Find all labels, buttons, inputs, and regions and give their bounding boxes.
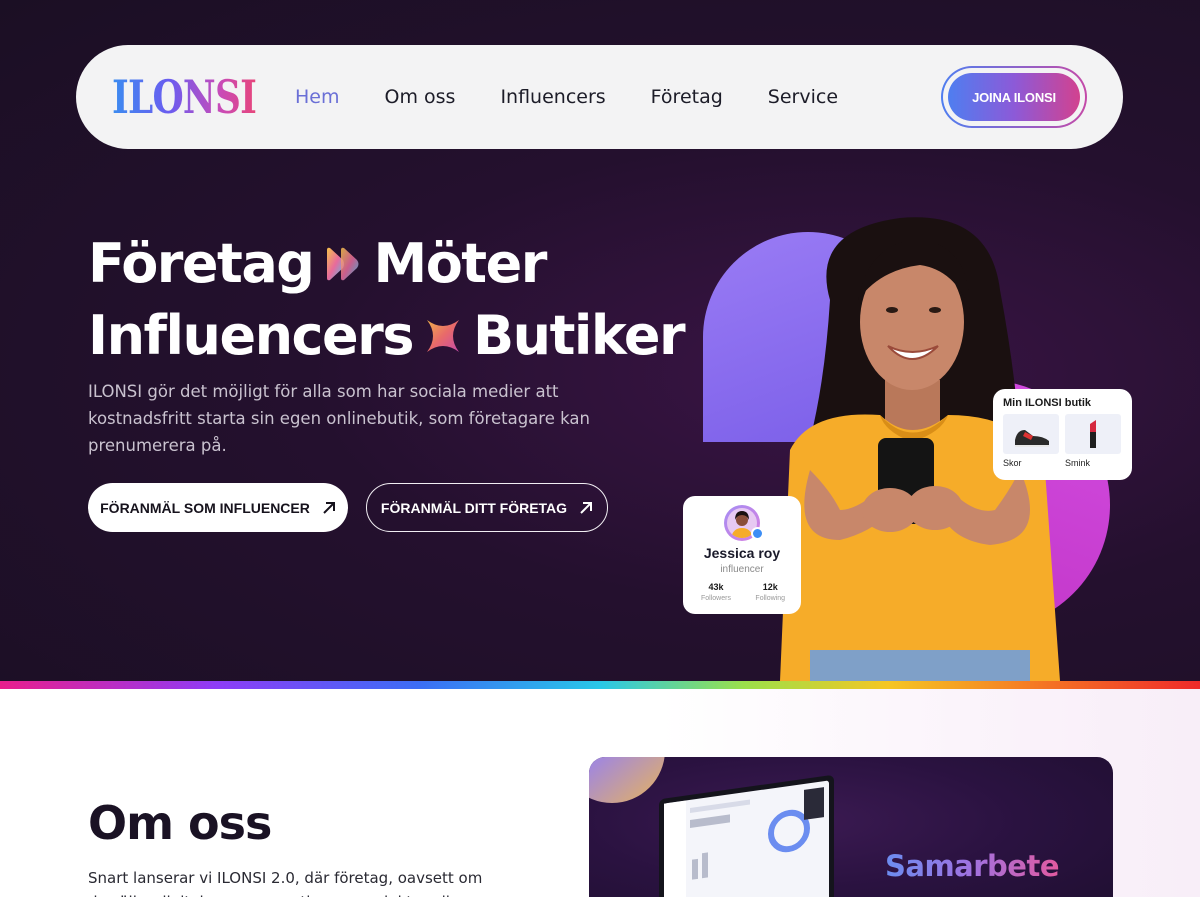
join-button-frame: JOINA ILONSI xyxy=(941,66,1087,128)
shop-preview-card[interactable]: Min ILONSI butik Skor Smink xyxy=(993,389,1132,480)
profile-stats: 43k Followers 12k Following xyxy=(701,582,785,602)
shop-item-label: Skor xyxy=(1003,458,1022,468)
followers-stat: 43k Followers xyxy=(701,582,731,602)
decorative-orb xyxy=(589,757,665,833)
about-card-title: Samarbete xyxy=(885,849,1060,883)
sneaker-icon xyxy=(1003,414,1059,454)
about-title: Om oss xyxy=(88,796,272,850)
register-influencer-label: FÖRANMÄL SOM INFLUENCER xyxy=(100,499,310,516)
about-text: Snart lanserar vi ILONSI 2.0, där företa… xyxy=(88,869,483,897)
shop-item-label: Smink xyxy=(1065,458,1091,468)
profile-name: Jessica roy xyxy=(703,545,781,561)
hero-headline: Företag Möter Influencers Butiker xyxy=(88,228,686,372)
dashboard-screenshot xyxy=(664,780,829,897)
join-button[interactable]: JOINA ILONSI xyxy=(948,73,1080,121)
nav-links: Hem Om oss Influencers Företag Service xyxy=(295,85,883,109)
nav-link-foretag[interactable]: Företag xyxy=(651,85,723,109)
register-company-button[interactable]: FÖRANMÄL DITT FÖRETAG xyxy=(366,483,608,532)
headline-row-2: Influencers Butiker xyxy=(88,300,686,372)
followers-label: Followers xyxy=(701,595,731,602)
verified-badge-icon xyxy=(751,527,764,540)
rainbow-divider xyxy=(0,681,1200,689)
shop-item-skor[interactable]: Skor xyxy=(1003,414,1059,468)
top-navbar: ILONSI Hem Om oss Influencers Företag Se… xyxy=(76,45,1123,149)
nav-link-om-oss[interactable]: Om oss xyxy=(385,85,456,109)
shop-card-items: Skor Smink xyxy=(1003,414,1122,468)
hero-description: ILONSI gör det möjligt för alla som har … xyxy=(88,382,590,455)
nav-link-hem[interactable]: Hem xyxy=(295,85,340,109)
nav-link-influencers[interactable]: Influencers xyxy=(500,85,605,109)
orb-shape xyxy=(589,757,665,803)
headline-word-foretag: Företag xyxy=(88,232,315,295)
profile-role: influencer xyxy=(720,564,764,575)
headline-word-butiker: Butiker xyxy=(472,304,686,367)
shop-card-title: Min ILONSI butik xyxy=(1003,397,1091,409)
nav-link-service[interactable]: Service xyxy=(768,85,838,109)
arrow-up-right-icon xyxy=(323,501,335,514)
headline-row-1: Företag Möter xyxy=(88,228,684,300)
about-feature-card: Samarbete xyxy=(589,757,1113,897)
following-stat: 12k Following xyxy=(755,582,785,602)
followers-count: 43k xyxy=(708,582,724,592)
headline-word-moter: Möter xyxy=(373,232,547,295)
headline-word-influencers: Influencers xyxy=(88,304,414,367)
hero-section: ILONSI Hem Om oss Influencers Företag Se… xyxy=(0,0,1200,681)
register-influencer-button[interactable]: FÖRANMÄL SOM INFLUENCER xyxy=(88,483,348,532)
following-count: 12k xyxy=(762,582,778,592)
lipstick-icon xyxy=(1065,414,1121,454)
following-label: Following xyxy=(755,595,785,602)
influencer-profile-card[interactable]: Jessica roy influencer 43k Followers 12k… xyxy=(683,496,801,614)
brand-logo[interactable]: ILONSI xyxy=(112,71,257,123)
arrow-up-right-icon xyxy=(580,501,593,514)
register-company-label: FÖRANMÄL DITT FÖRETAG xyxy=(380,499,568,516)
shop-item-smink[interactable]: Smink xyxy=(1065,414,1121,468)
double-play-icon xyxy=(327,247,359,281)
join-button-ring: JOINA ILONSI xyxy=(943,68,1085,126)
sparkle-icon xyxy=(426,320,459,352)
laptop-mockup xyxy=(659,774,834,897)
